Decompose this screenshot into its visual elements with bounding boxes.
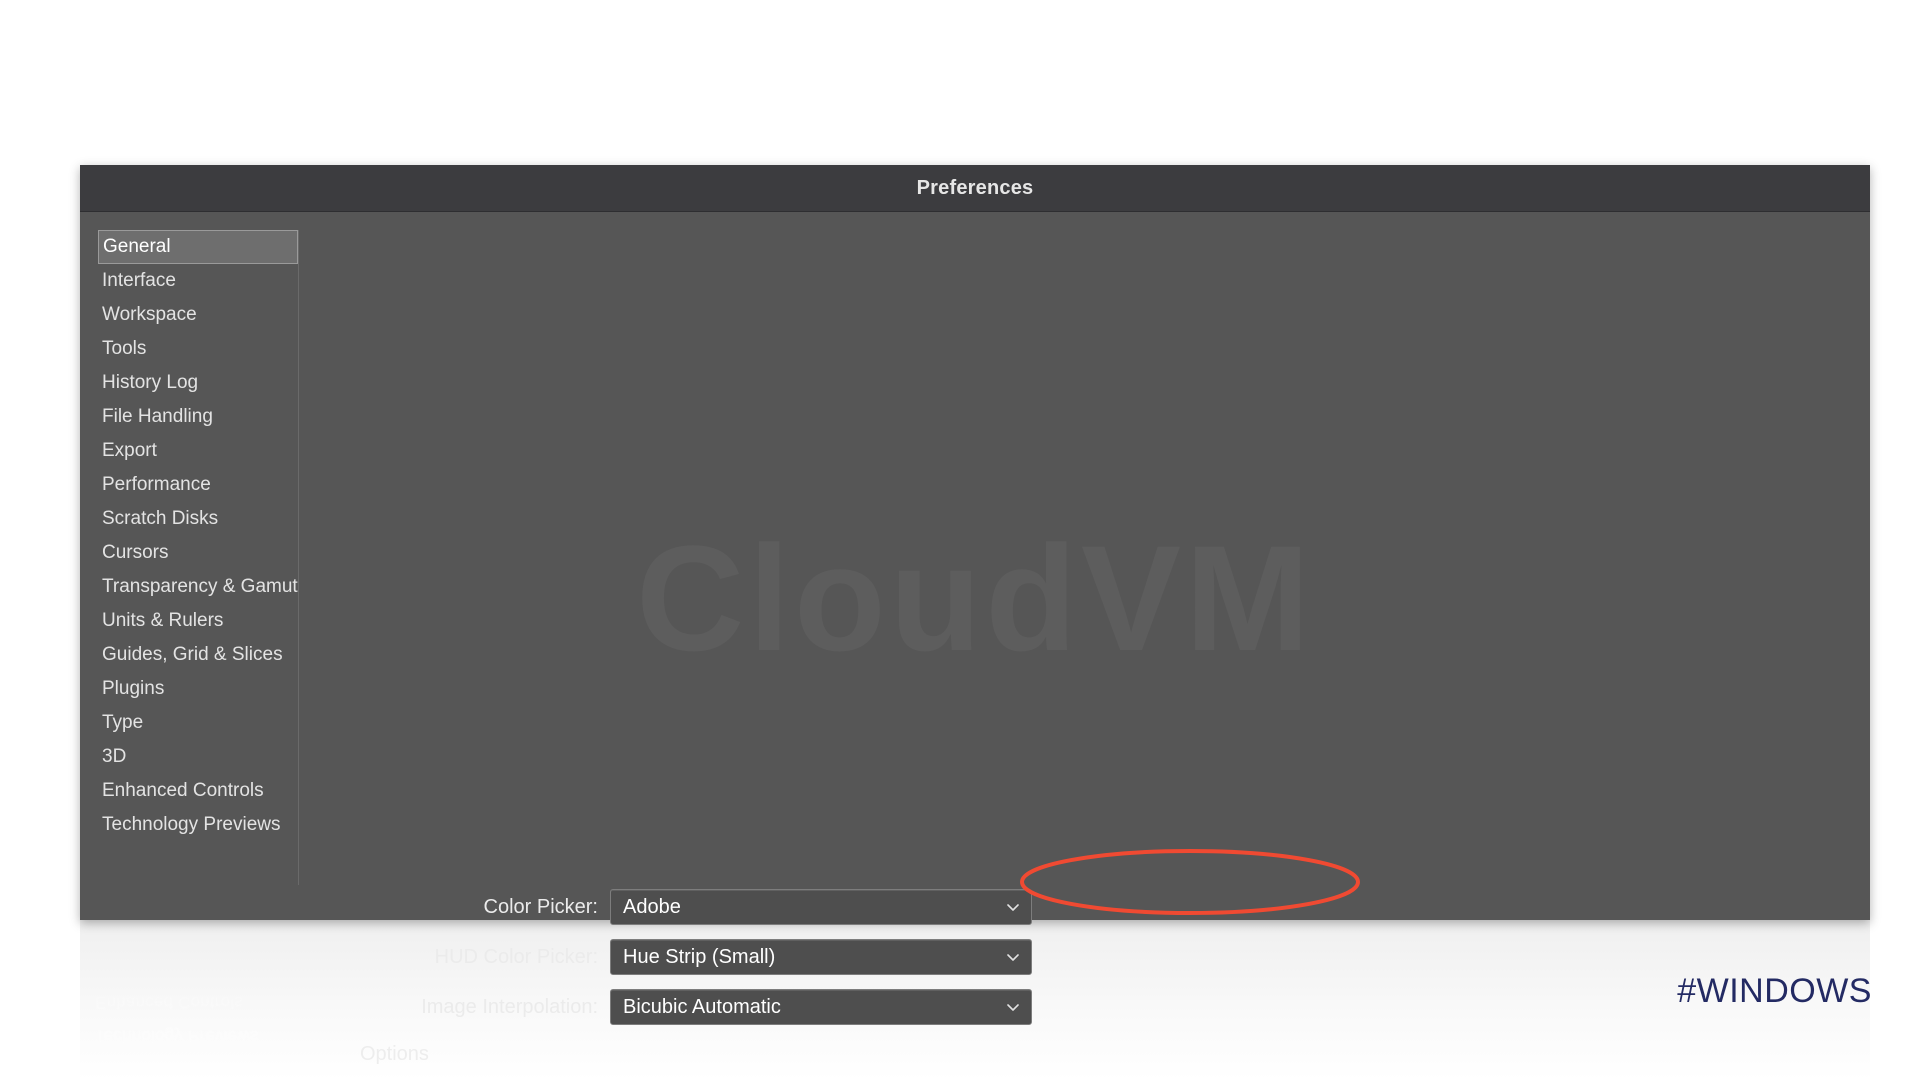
preferences-category-list[interactable]: General Interface Workspace Tools Histor… [98,230,299,885]
sidebar-item-label: Cursors [102,542,169,563]
sidebar-item-guides-grid-slices[interactable]: Guides, Grid & Slices [98,638,298,672]
chevron-down-icon [1007,901,1019,913]
sidebar-item-workspace[interactable]: Workspace [98,298,298,332]
hud-color-picker-select[interactable]: Hue Strip (Small) [610,939,1032,975]
sidebar-item-label: Interface [102,270,176,291]
background-watermark: CloudVM [636,512,1314,685]
hud-color-picker-value: Hue Strip (Small) [623,945,776,968]
sidebar-item-units-rulers[interactable]: Units & Rulers [98,604,298,638]
sidebar-item-3d[interactable]: 3D [98,740,298,774]
sidebar-item-transparency-gamut[interactable]: Transparency & Gamut [98,570,298,604]
sidebar-item-history-log[interactable]: History Log [98,366,298,400]
sidebar-item-cursors[interactable]: Cursors [98,536,298,570]
sidebar-item-label: Workspace [102,304,197,325]
sidebar-item-tools[interactable]: Tools [98,332,298,366]
sidebar-item-scratch-disks[interactable]: Scratch Disks [98,502,298,536]
sidebar-item-interface[interactable]: Interface [98,264,298,298]
sidebar-item-label: Tools [102,338,147,359]
sidebar-item-label: Scratch Disks [102,508,219,529]
sidebar-item-type[interactable]: Type [98,706,298,740]
sidebar-item-label: Enhanced Controls [102,780,264,801]
screenshot-root: Technology Previews Enhanced Controls #W… [0,0,1920,1080]
hashtag-label: #WINDOWS [1677,972,1872,1010]
sidebar-item-plugins[interactable]: Plugins [98,672,298,706]
sidebar-item-label: History Log [102,372,199,393]
sidebar-item-label: Performance [102,474,211,495]
hud-color-picker-row: HUD Color Picker: Hue Strip (Small) [320,939,1440,975]
options-heading: Options [360,1043,429,1065]
sidebar-item-enhanced-controls[interactable]: Enhanced Controls [98,774,298,808]
sidebar-item-export[interactable]: Export [98,434,298,468]
dialog-titlebar: Preferences [80,165,1870,212]
sidebar-item-label: General [103,236,171,257]
color-picker-select[interactable]: Adobe [610,889,1032,925]
sidebar-item-label: 3D [102,746,127,767]
dialog-title: Preferences [916,176,1034,199]
sidebar-item-general[interactable]: General [98,230,298,264]
preferences-dialog: Preferences CloudVM General Interface Wo… [80,165,1870,1065]
sidebar-item-performance[interactable]: Performance [98,468,298,502]
image-interpolation-label: Image Interpolation: [421,995,598,1018]
chevron-down-icon [1007,1001,1019,1013]
image-interpolation-row: Image Interpolation: Bicubic Automatic [320,989,1440,1025]
sidebar-item-file-handling[interactable]: File Handling [98,400,298,434]
image-interpolation-value: Bicubic Automatic [623,995,781,1018]
sidebar-item-label: Units & Rulers [102,610,224,631]
sidebar-item-label: Guides, Grid & Slices [102,644,283,665]
general-preferences-panel: Color Picker: Adobe HUD Color Picker: Hu… [320,889,1440,1080]
sidebar-item-label: Technology Previews [102,814,281,835]
sidebar-item-label: Type [102,712,144,733]
sidebar-item-label: File Handling [102,406,213,427]
sidebar-item-label: Transparency & Gamut [102,576,298,597]
color-picker-row: Color Picker: Adobe [320,889,1440,925]
image-interpolation-select[interactable]: Bicubic Automatic [610,989,1032,1025]
hud-color-picker-label: HUD Color Picker: [434,945,598,968]
chevron-down-icon [1007,951,1019,963]
color-picker-label: Color Picker: [483,895,598,918]
dialog-body: CloudVM General Interface Workspace Tool… [80,212,1870,1065]
sidebar-item-technology-previews[interactable]: Technology Previews [98,808,298,842]
sidebar-item-label: Export [102,440,157,461]
sidebar-item-label: Plugins [102,678,165,699]
color-picker-value: Adobe [623,895,681,918]
